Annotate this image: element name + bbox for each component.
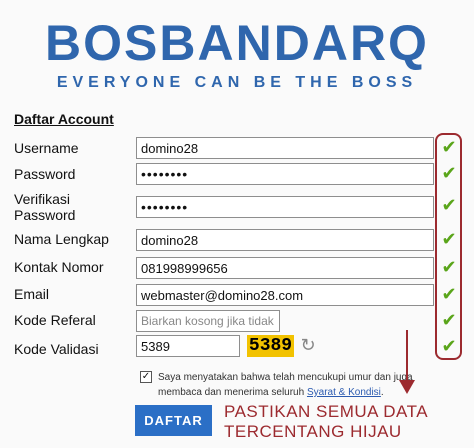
daftar-button[interactable]: DAFTAR (135, 405, 212, 436)
referral-label: Kode Referal (14, 312, 96, 328)
email-input[interactable] (136, 284, 434, 306)
annotation-note: PASTIKAN SEMUA DATA TERCENTANG HIJAU (224, 402, 428, 442)
checkmark-icon: ✔ (441, 336, 457, 357)
email-label: Email (14, 286, 50, 302)
verify-password-label: Verifikasi Password (14, 191, 76, 223)
refresh-icon[interactable]: ↻ (298, 336, 318, 356)
username-input[interactable] (136, 137, 434, 159)
agree-text: Saya menyatakan bahwa telah mencukupi um… (158, 370, 428, 400)
checkmark-icon: ✔ (441, 229, 457, 250)
validation-label: Kode Validasi (14, 341, 99, 357)
password-label: Password (14, 166, 76, 182)
terms-link[interactable]: Syarat & Kondisi (307, 387, 381, 398)
checkmark-icon: ✔ (441, 284, 457, 305)
checkmark-icon: ✔ (441, 257, 457, 278)
fullname-input[interactable] (136, 229, 434, 251)
brand-logo: BOSBANDARQ (45, 15, 429, 71)
brand-tagline: EVERYONE CAN BE THE BOSS (56, 74, 418, 91)
username-label: Username (14, 140, 79, 156)
checkmark-icon: ✔ (441, 310, 457, 331)
password-input[interactable] (136, 163, 434, 185)
phone-input[interactable] (136, 257, 434, 279)
checkmark-icon: ✔ (441, 195, 457, 216)
captcha-code: 5389 (247, 335, 294, 357)
verify-password-input[interactable] (136, 196, 434, 218)
agree-checkbox[interactable]: ✓ (140, 371, 152, 383)
checkmark-icon: ✔ (441, 163, 457, 184)
phone-label: Kontak Nomor (14, 259, 104, 275)
annotation-arrow-head (399, 380, 415, 394)
form-title: Daftar Account (14, 111, 114, 127)
annotation-line-1: PASTIKAN SEMUA DATA (224, 402, 429, 421)
annotation-line-2: TERCENTANG HIJAU (224, 422, 402, 441)
fullname-label: Nama Lengkap (14, 231, 109, 247)
checkmark-icon: ✔ (441, 137, 457, 158)
referral-input[interactable] (136, 310, 280, 332)
validation-input[interactable] (136, 335, 240, 357)
annotation-arrow (406, 330, 408, 382)
agree-text-tail: . (380, 387, 384, 398)
